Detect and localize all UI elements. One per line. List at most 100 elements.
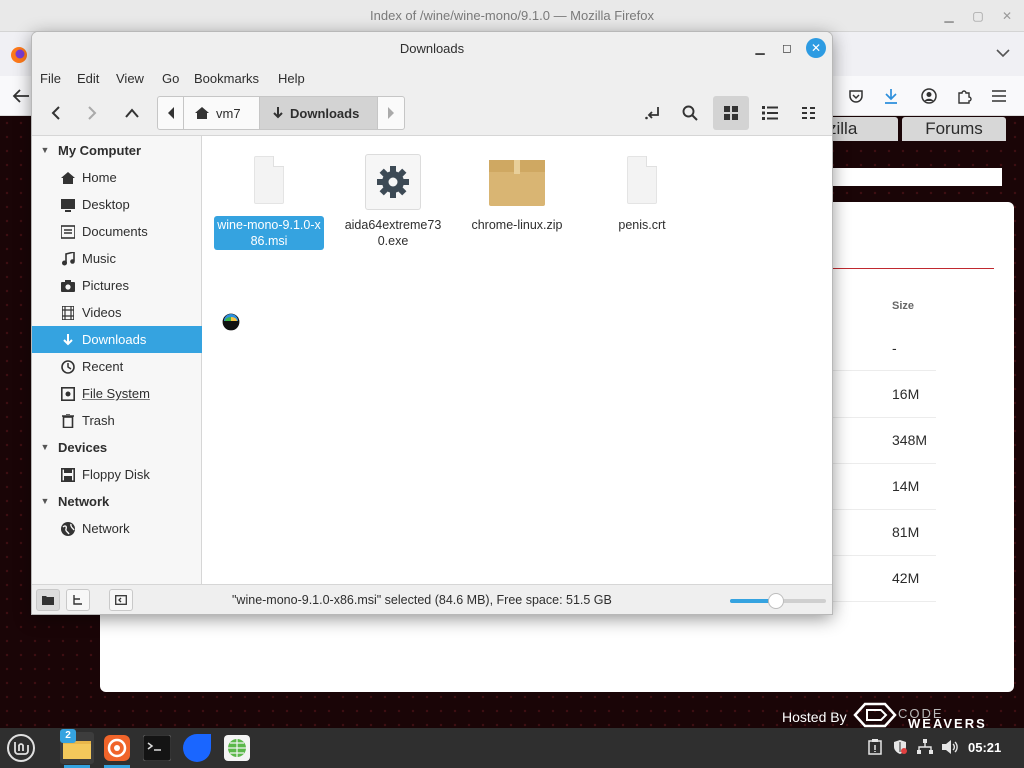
- sidebar-item-downloads[interactable]: Downloads: [32, 326, 202, 353]
- menu-file[interactable]: File: [40, 71, 61, 86]
- size-column-header[interactable]: Size: [892, 300, 914, 312]
- firefox-logo-icon[interactable]: [10, 46, 28, 64]
- close-icon[interactable]: ✕: [806, 38, 826, 58]
- documents-icon: [60, 224, 76, 240]
- back-button[interactable]: [38, 96, 74, 130]
- nav-button-forums[interactable]: Forums: [902, 117, 1006, 141]
- taskbar-blue-app[interactable]: [180, 732, 214, 764]
- icon-view-button[interactable]: [713, 96, 749, 130]
- tray-clipboard-icon[interactable]: [866, 738, 884, 756]
- page-search-field[interactable]: [832, 168, 1002, 186]
- path-bar: vm7 Downloads: [157, 96, 405, 130]
- tree-view-icon: [73, 595, 82, 605]
- sidebar-item-label: Documents: [82, 224, 148, 239]
- show-places-button[interactable]: [36, 589, 60, 611]
- path-left-arrow[interactable]: [158, 97, 184, 129]
- zoom-slider-handle[interactable]: [768, 593, 785, 609]
- file-manager-titlebar[interactable]: Downloads ▁ ◻ ✕: [32, 32, 832, 64]
- pictures-icon: [60, 278, 76, 294]
- sidebar-section-my-computer[interactable]: ▼ My Computer: [32, 137, 202, 163]
- sidebar-toggle-icon: [115, 595, 127, 605]
- sidebar-item-recent[interactable]: Recent: [32, 353, 202, 380]
- menu-view[interactable]: View: [116, 71, 144, 86]
- recent-icon: [60, 359, 76, 375]
- codeweavers-logo-icon[interactable]: [853, 702, 897, 728]
- sidebar-section-network[interactable]: ▼ Network: [32, 488, 202, 514]
- sidebar-item-pictures[interactable]: Pictures: [32, 272, 202, 299]
- hosted-by-text: Hosted By: [782, 709, 847, 725]
- maximize-icon[interactable]: ◻: [779, 40, 795, 56]
- toggle-location-button[interactable]: [635, 96, 671, 130]
- forward-arrow-icon: [88, 106, 97, 120]
- minimize-icon[interactable]: ▁: [942, 9, 956, 23]
- file-item-penis-crt[interactable]: penis.crt: [586, 154, 698, 234]
- tray-network-icon[interactable]: [916, 738, 934, 756]
- expand-triangle-icon: ▼: [40, 145, 50, 155]
- back-arrow-icon[interactable]: [12, 88, 30, 104]
- file-name: aida64extreme730.exe: [344, 218, 442, 248]
- sidebar-item-network[interactable]: Network: [32, 515, 202, 542]
- path-segment-current[interactable]: Downloads: [260, 97, 378, 129]
- firefox-icon: [104, 735, 130, 761]
- sidebar-item-desktop[interactable]: Desktop: [32, 191, 202, 218]
- downloads-icon[interactable]: [880, 85, 902, 107]
- menu-bar: File Edit View Go Bookmarks Help: [32, 64, 832, 92]
- taskbar-firefox-app[interactable]: [100, 732, 134, 768]
- floppy-icon: [60, 467, 76, 483]
- start-menu-button[interactable]: [4, 732, 38, 764]
- trash-icon: [60, 413, 76, 429]
- taskbar-terminal-app[interactable]: [140, 732, 174, 764]
- menu-help[interactable]: Help: [278, 71, 305, 86]
- menu-bookmarks[interactable]: Bookmarks: [194, 71, 259, 86]
- compact-view-button[interactable]: [791, 96, 827, 130]
- desktop-icon: [60, 197, 76, 213]
- file-item-aida64-exe[interactable]: aida64extreme730.exe: [337, 154, 449, 250]
- expand-triangle-icon: ▼: [40, 442, 50, 452]
- sidebar-item-home[interactable]: Home: [32, 164, 202, 191]
- tab-list-chevron-icon[interactable]: [996, 48, 1010, 58]
- file-item-chrome-linux-zip[interactable]: chrome-linux.zip: [461, 154, 573, 234]
- tray-shield-icon[interactable]: [891, 738, 909, 756]
- extensions-icon[interactable]: [953, 85, 975, 107]
- show-treeview-button[interactable]: [66, 589, 90, 611]
- file-view[interactable]: wine-mono-9.1.0-x86.msi aida64extreme730…: [203, 136, 832, 584]
- sidebar-item-label: Home: [82, 170, 117, 185]
- forward-button[interactable]: [74, 96, 110, 130]
- pocket-icon[interactable]: [845, 85, 867, 107]
- status-message: "wine-mono-9.1.0-x86.msi" selected (84.6…: [232, 593, 612, 607]
- tray-volume-icon[interactable]: [941, 738, 959, 756]
- list-view-button[interactable]: [752, 96, 788, 130]
- firefox-titlebar: Index of /wine/wine-mono/9.1.0 — Mozilla…: [0, 0, 1024, 32]
- search-button[interactable]: [672, 96, 708, 130]
- close-icon[interactable]: ✕: [1000, 9, 1014, 23]
- maximize-icon[interactable]: ▢: [971, 9, 985, 23]
- account-icon[interactable]: [918, 85, 940, 107]
- sidebar-item-label: Videos: [82, 305, 122, 320]
- row-divider: [832, 370, 936, 371]
- sidebar-section-devices[interactable]: ▼ Devices: [32, 434, 202, 460]
- menu-edit[interactable]: Edit: [77, 71, 99, 86]
- toggle-sidebar-button[interactable]: [109, 589, 133, 611]
- size-cell: 42M: [892, 570, 920, 586]
- file-item-wine-mono-msi[interactable]: wine-mono-9.1.0-x86.msi: [213, 154, 325, 250]
- path-right-arrow[interactable]: [378, 97, 404, 129]
- size-cell: -: [892, 340, 897, 356]
- executable-gear-icon: [364, 154, 422, 212]
- clock[interactable]: 05:21: [968, 740, 1001, 755]
- sidebar-item-music[interactable]: Music: [32, 245, 202, 272]
- path-segment-home[interactable]: vm7: [184, 97, 260, 129]
- sidebar-item-file-system[interactable]: File System: [32, 380, 202, 407]
- sidebar-item-documents[interactable]: Documents: [32, 218, 202, 245]
- sidebar-item-floppy-disk[interactable]: Floppy Disk: [32, 461, 202, 488]
- nav-button-bugzilla[interactable]: zilla: [828, 117, 898, 141]
- sidebar-section-title: My Computer: [58, 142, 142, 158]
- up-button[interactable]: [114, 96, 150, 130]
- sidebar-item-trash[interactable]: Trash: [32, 407, 202, 434]
- sidebar-item-videos[interactable]: Videos: [32, 299, 202, 326]
- hamburger-menu-icon[interactable]: [988, 85, 1010, 107]
- menu-go[interactable]: Go: [162, 71, 179, 86]
- minimize-icon[interactable]: ▁: [752, 40, 768, 56]
- network-icon: [60, 521, 76, 537]
- path-segment-current-label: Downloads: [290, 105, 360, 121]
- taskbar-green-app[interactable]: [220, 732, 254, 764]
